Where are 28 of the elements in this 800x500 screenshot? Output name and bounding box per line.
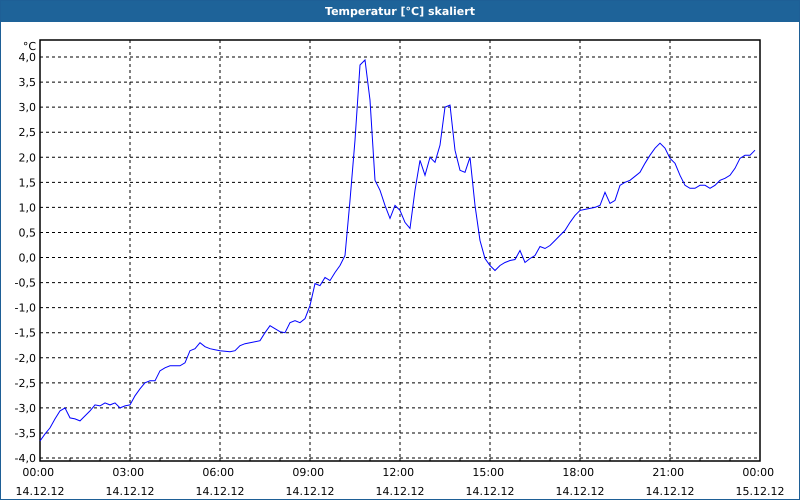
y-axis-label: -3,0 — [14, 402, 36, 415]
y-axis-unit: °C — [22, 40, 36, 53]
y-axis-label: -1,5 — [14, 326, 36, 340]
x-axis-label: 03:00 14.12.12 — [106, 466, 154, 498]
x-axis-label: 00:00 14.12.12 — [16, 466, 64, 498]
x-axis-label: 15:00 14.12.12 — [466, 466, 514, 498]
y-axis-label: -4,0 — [14, 452, 36, 465]
x-axis-label: 18:00 14.12.12 — [556, 466, 604, 498]
y-axis-label: -1,0 — [14, 302, 36, 315]
y-axis-label: -0,5 — [14, 276, 36, 290]
window-title: Temperatur [°C] skaliert — [1, 1, 799, 22]
x-axis-label: 12:00 14.12.12 — [376, 466, 424, 498]
y-axis-label: 4,0 — [18, 51, 36, 64]
y-axis-label: -2,5 — [14, 376, 36, 390]
y-axis-label: 2,5 — [18, 126, 36, 140]
y-axis-label: 2,0 — [18, 151, 36, 164]
x-axis-label: 09:00 14.12.12 — [286, 466, 334, 498]
y-axis-label: 0,5 — [18, 226, 36, 240]
x-axis-label: 21:00 14.12.12 — [646, 466, 694, 498]
y-axis-label: -3,5 — [14, 426, 36, 440]
y-axis-label: 3,5 — [18, 76, 36, 90]
y-axis-label: 3,0 — [18, 101, 36, 114]
x-axis-label: 00:00 15.12.12 — [736, 466, 784, 498]
y-axis-label: 1,5 — [18, 176, 36, 190]
y-axis-label: -2,0 — [14, 352, 36, 365]
y-axis-label: 0,0 — [18, 252, 36, 264]
y-axis-label: 1,0 — [18, 201, 36, 214]
x-axis-label: 06:00 14.12.12 — [196, 466, 244, 498]
